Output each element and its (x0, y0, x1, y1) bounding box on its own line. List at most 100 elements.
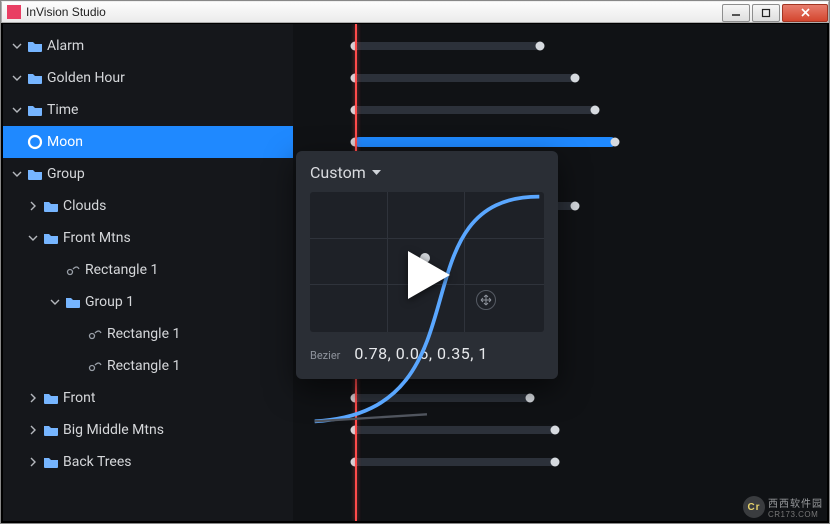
play-icon (396, 245, 456, 305)
folder-icon (27, 103, 43, 117)
layer-label: Group (47, 166, 85, 182)
keyframe[interactable] (591, 106, 600, 115)
easing-preset-dropdown[interactable]: Custom (310, 163, 544, 182)
chevron-down-icon (12, 105, 22, 115)
timeline-bar[interactable] (355, 137, 615, 147)
keyframe[interactable] (551, 458, 560, 467)
keyframe[interactable] (551, 426, 560, 435)
maximize-button[interactable] (752, 4, 780, 22)
chevron-right-icon (28, 425, 38, 435)
folder-icon (25, 167, 45, 181)
play-button[interactable] (396, 245, 456, 305)
folder-icon (41, 199, 61, 213)
layer-label: Front Mtns (63, 230, 131, 246)
minimize-button[interactable] (722, 4, 750, 22)
folder-icon (65, 295, 81, 309)
layer-row[interactable]: Rectangle 1 (3, 254, 293, 286)
layer-label: Big Middle Mtns (63, 422, 164, 438)
bezier-handle-move[interactable] (476, 290, 496, 310)
chevron-down-icon (12, 169, 22, 179)
chevron-right-icon (28, 457, 38, 467)
timeline-bar[interactable] (355, 106, 595, 114)
layer-row[interactable]: Rectangle 1 (3, 350, 293, 382)
expand-toggle[interactable] (47, 297, 63, 307)
chevron-right-icon (28, 201, 38, 211)
folder-icon (41, 423, 61, 437)
shape-icon (85, 359, 105, 373)
layer-label: Rectangle 1 (107, 358, 180, 374)
layer-label: Rectangle 1 (107, 326, 180, 342)
folder-icon (25, 103, 45, 117)
layer-row[interactable]: Moon (3, 126, 293, 158)
timeline-bar[interactable] (355, 42, 540, 50)
watermark-url: CR173.COM (768, 510, 823, 519)
keyframe[interactable] (571, 74, 580, 83)
layer-label: Time (47, 102, 78, 118)
layer-row[interactable]: Group 1 (3, 286, 293, 318)
layer-row[interactable]: Rectangle 1 (3, 318, 293, 350)
folder-icon (27, 39, 43, 53)
shape-icon (63, 263, 83, 277)
layer-row[interactable]: Group (3, 158, 293, 190)
timeline-bar[interactable] (355, 426, 555, 434)
folder-icon (63, 295, 83, 309)
circle-shape-icon (25, 133, 45, 151)
folder-icon (43, 423, 59, 437)
easing-preset-label: Custom (310, 163, 366, 182)
expand-toggle[interactable] (25, 233, 41, 243)
folder-icon (43, 231, 59, 245)
folder-icon (25, 71, 45, 85)
layer-label: Front (63, 390, 95, 406)
shape-icon (85, 327, 105, 341)
folder-icon (41, 391, 61, 405)
layer-row[interactable]: Big Middle Mtns (3, 414, 293, 446)
layer-row[interactable]: Back Trees (3, 446, 293, 478)
folder-icon (41, 231, 61, 245)
timeline-bar[interactable] (355, 74, 575, 82)
expand-toggle[interactable] (9, 105, 25, 115)
keyframe[interactable] (611, 138, 620, 147)
layer-label: Alarm (47, 38, 84, 54)
layer-label: Rectangle 1 (85, 262, 158, 278)
source-watermark: Cr 西西软件园 CR173.COM (743, 495, 823, 519)
watermark-text: 西西软件园 (768, 495, 823, 510)
expand-toggle[interactable] (25, 393, 41, 403)
layer-row[interactable]: Alarm (3, 30, 293, 62)
keyframe[interactable] (571, 202, 580, 211)
watermark-logo: Cr (743, 496, 765, 518)
folder-icon (43, 455, 59, 469)
layer-row[interactable]: Front (3, 382, 293, 414)
layer-label: Clouds (63, 198, 106, 214)
layer-row[interactable]: Front Mtns (3, 222, 293, 254)
layer-label: Moon (47, 134, 83, 150)
folder-icon (43, 391, 59, 405)
folder-icon (43, 199, 59, 213)
layer-row[interactable]: Clouds (3, 190, 293, 222)
layer-row[interactable]: Time (3, 94, 293, 126)
window-title-bar: InVision Studio (1, 1, 829, 23)
timeline-bar[interactable] (355, 458, 555, 466)
app-favicon (7, 5, 21, 19)
layer-tree-panel: Alarm Golden Hour Time Moon Group Clouds Front… (3, 24, 293, 521)
expand-toggle[interactable] (9, 41, 25, 51)
layer-label: Group 1 (85, 294, 134, 310)
folder-icon (27, 167, 43, 181)
close-button[interactable] (782, 4, 828, 22)
chevron-down-icon (28, 233, 38, 243)
folder-icon (27, 71, 43, 85)
expand-toggle[interactable] (9, 169, 25, 179)
shape-icon (87, 359, 103, 373)
layer-label: Back Trees (63, 454, 132, 470)
expand-toggle[interactable] (25, 201, 41, 211)
chevron-down-icon (12, 41, 22, 51)
folder-icon (25, 39, 45, 53)
chevron-down-icon (12, 73, 22, 83)
window-title: InVision Studio (26, 5, 106, 19)
keyframe[interactable] (536, 42, 545, 51)
expand-toggle[interactable] (9, 73, 25, 83)
layer-label: Golden Hour (47, 70, 125, 86)
expand-toggle[interactable] (25, 425, 41, 435)
layer-row[interactable]: Golden Hour (3, 62, 293, 94)
expand-toggle[interactable] (25, 457, 41, 467)
shape-icon (87, 327, 103, 341)
